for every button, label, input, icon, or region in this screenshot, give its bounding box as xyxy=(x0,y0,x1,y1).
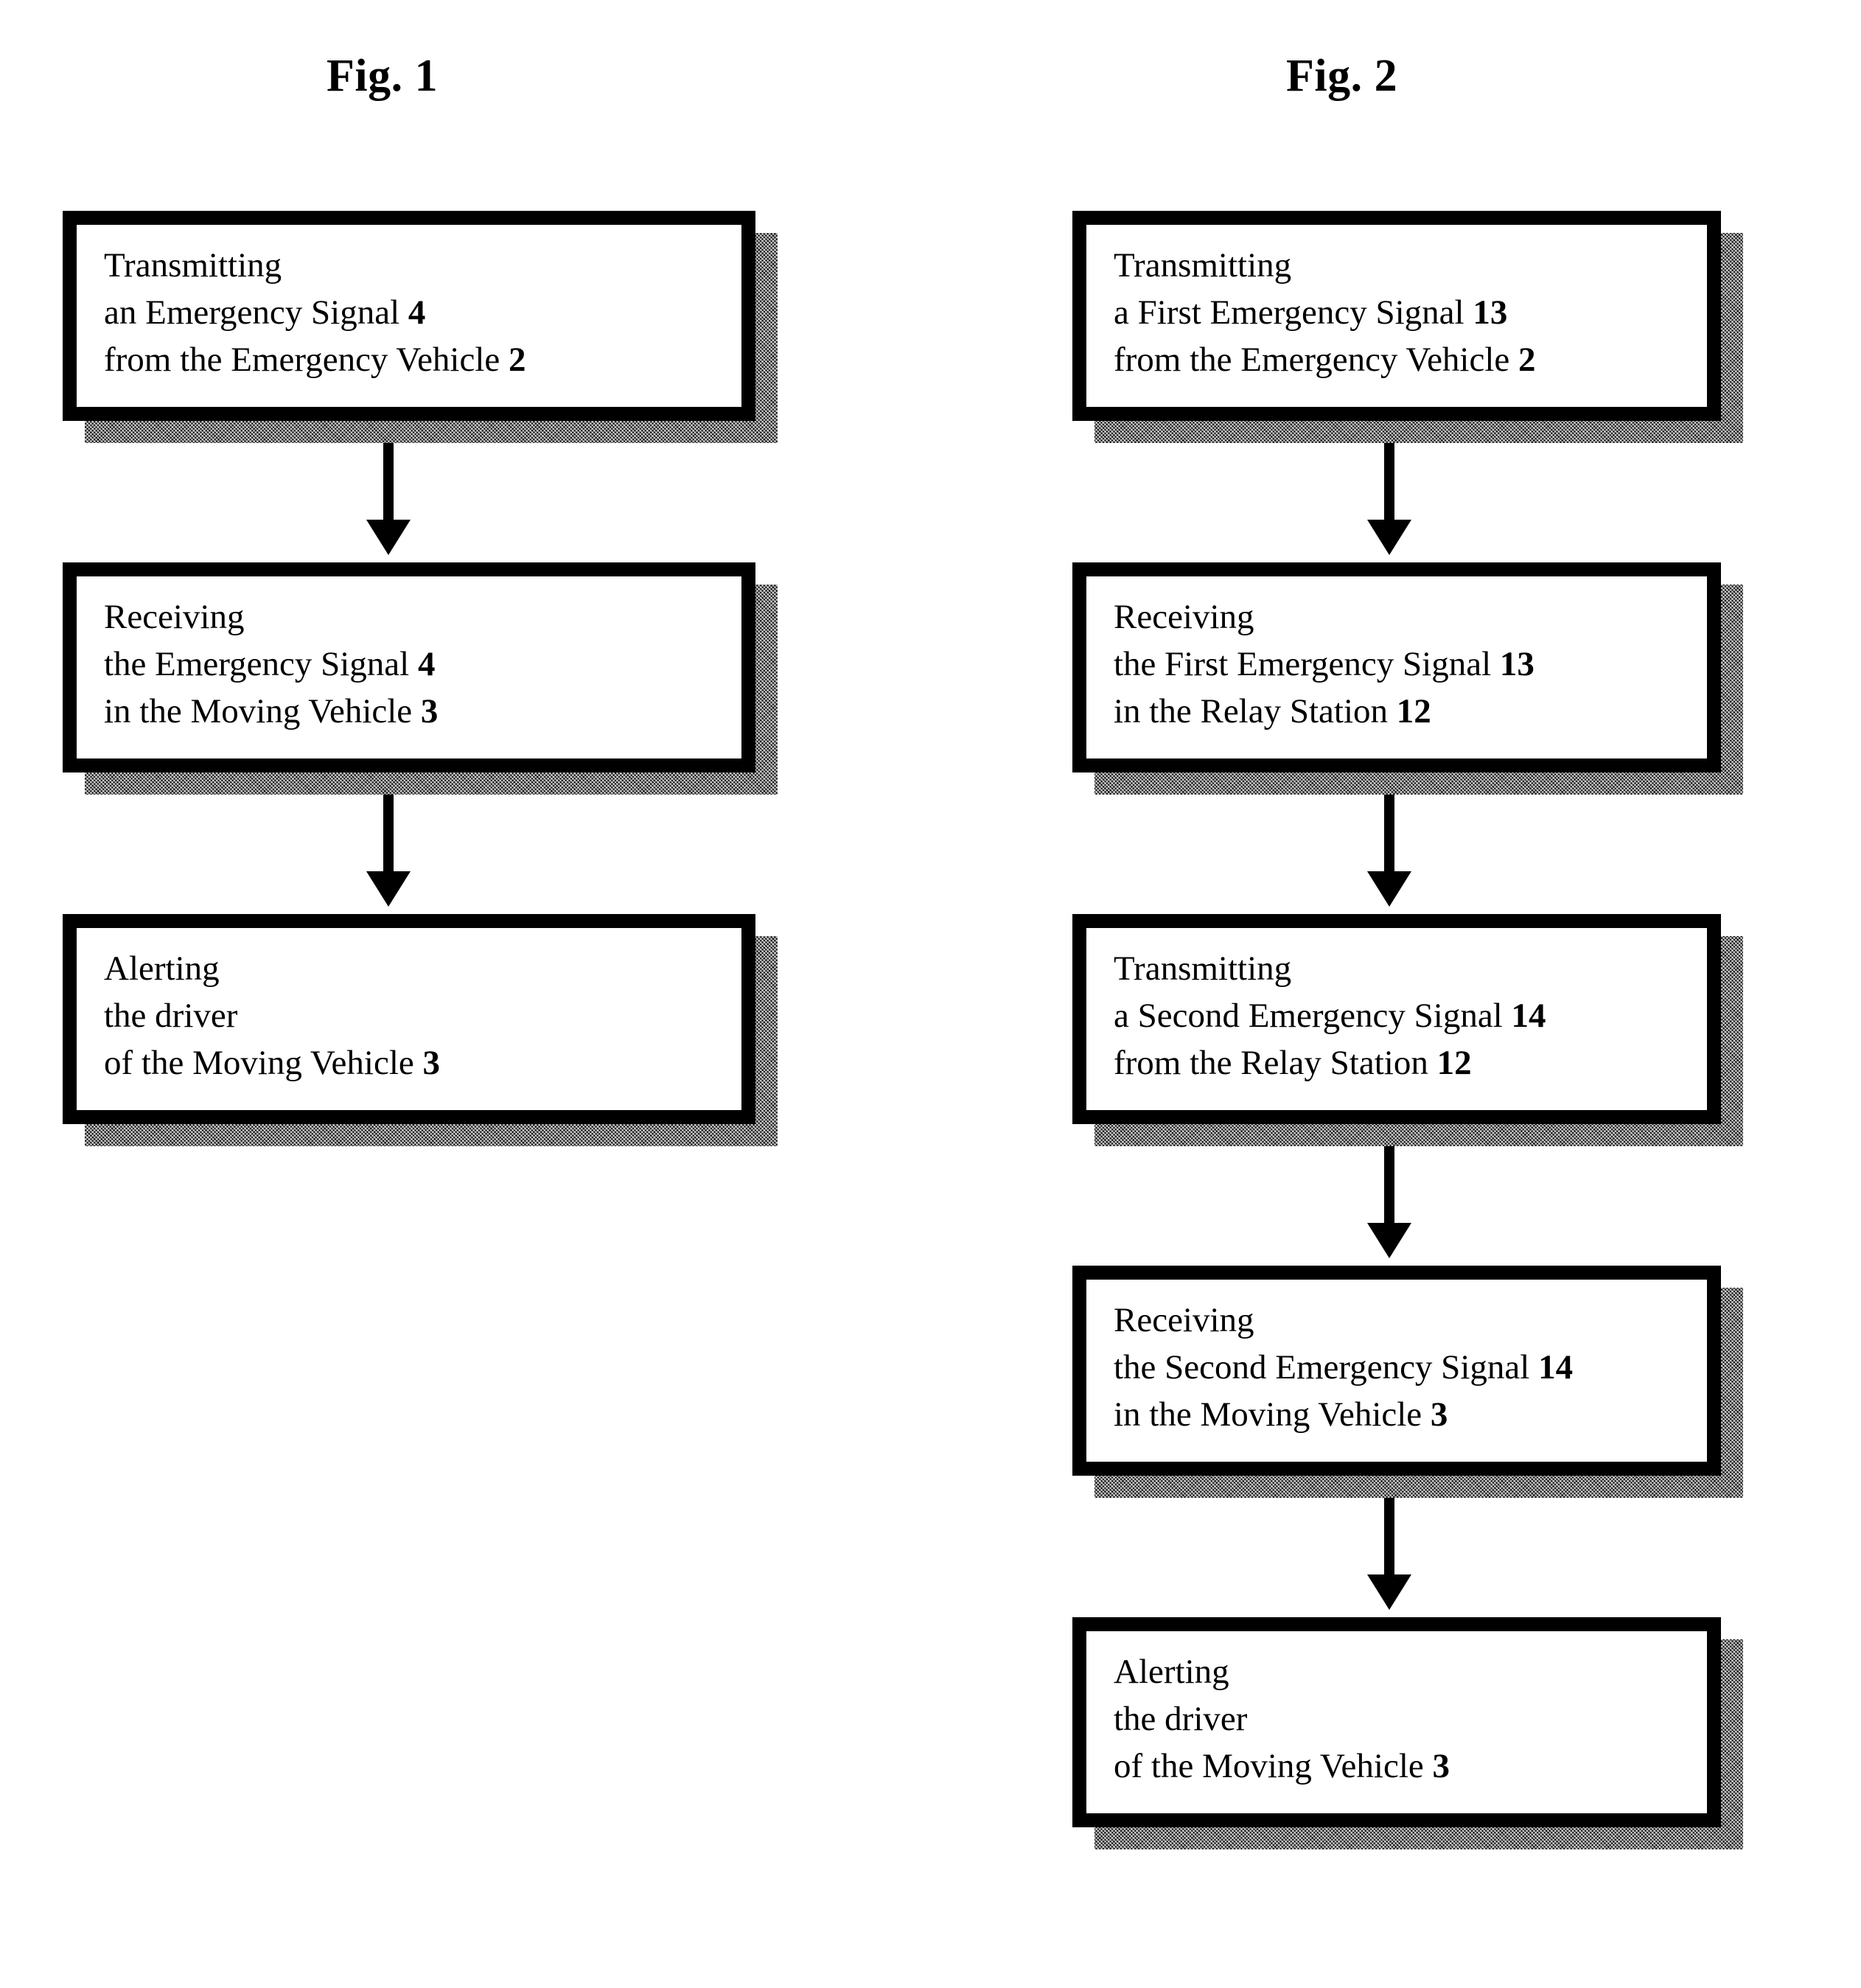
node-line: the Second Emergency Signal 14 xyxy=(1114,1348,1574,1387)
reference-numeral: 3 xyxy=(420,692,439,730)
arrow-stem xyxy=(383,795,394,874)
fig1-node-transmitting-emergency-signal: Transmitting an Emergency Signal 4 from … xyxy=(63,211,778,443)
fig1-arrow-1 xyxy=(366,443,411,555)
arrow-stem xyxy=(1384,443,1394,523)
arrow-head-icon xyxy=(1367,871,1411,907)
node-text: Alerting the driver of the Moving Vehicl… xyxy=(104,945,738,1087)
node-text: Transmitting an Emergency Signal 4 from … xyxy=(104,242,738,383)
node-line: Receiving xyxy=(104,598,245,636)
node-line: the driver xyxy=(1114,1700,1248,1738)
fig2-node-receiving-second-emergency-signal: Receiving the Second Emergency Signal 14… xyxy=(1072,1266,1743,1498)
arrow-head-icon xyxy=(366,520,411,555)
fig2-arrow-3 xyxy=(1367,1146,1411,1258)
node-text: Receiving the Second Emergency Signal 14… xyxy=(1114,1297,1703,1438)
reference-numeral: 3 xyxy=(1430,1395,1448,1434)
node-line: in the Moving Vehicle 3 xyxy=(104,692,439,730)
reference-numeral: 2 xyxy=(509,341,526,379)
node-line: in the Moving Vehicle 3 xyxy=(1114,1395,1448,1434)
fig1-arrow-2 xyxy=(366,795,411,907)
arrow-stem xyxy=(1384,795,1394,874)
reference-numeral: 14 xyxy=(1538,1348,1574,1387)
fig2-node-transmitting-second-emergency-signal: Transmitting a Second Emergency Signal 1… xyxy=(1072,914,1743,1146)
arrow-stem xyxy=(1384,1146,1394,1226)
node-line: in the Relay Station 12 xyxy=(1114,692,1431,730)
reference-numeral: 13 xyxy=(1473,293,1508,332)
reference-numeral: 2 xyxy=(1518,341,1536,379)
node-line: Receiving xyxy=(1114,598,1254,636)
node-line: a Second Emergency Signal 14 xyxy=(1114,997,1546,1035)
node-line: the Emergency Signal 4 xyxy=(104,645,436,683)
fig1-node-alerting-driver: Alerting the driver of the Moving Vehicl… xyxy=(63,914,778,1146)
node-line: the driver xyxy=(104,997,238,1035)
reference-numeral: 12 xyxy=(1436,1044,1472,1082)
node-line: Transmitting xyxy=(104,246,282,285)
arrow-head-icon xyxy=(1367,1223,1411,1258)
arrow-head-icon xyxy=(1367,520,1411,555)
reference-numeral: 4 xyxy=(408,293,426,332)
node-line: of the Moving Vehicle 3 xyxy=(1114,1747,1450,1785)
figure-1-title: Fig. 1 xyxy=(327,51,439,101)
node-line: Transmitting xyxy=(1114,949,1292,988)
node-line: from the Relay Station 12 xyxy=(1114,1044,1472,1082)
node-line: a First Emergency Signal 13 xyxy=(1114,293,1508,332)
node-line: Alerting xyxy=(1114,1653,1229,1691)
reference-numeral: 14 xyxy=(1511,997,1546,1035)
fig2-node-transmitting-first-emergency-signal: Transmitting a First Emergency Signal 13… xyxy=(1072,211,1743,443)
node-line: from the Emergency Vehicle 2 xyxy=(104,341,526,379)
reference-numeral: 4 xyxy=(417,645,436,683)
node-text: Transmitting a Second Emergency Signal 1… xyxy=(1114,945,1703,1087)
node-line: of the Moving Vehicle 3 xyxy=(104,1044,441,1082)
node-line: an Emergency Signal 4 xyxy=(104,293,426,332)
fig2-node-alerting-driver: Alerting the driver of the Moving Vehicl… xyxy=(1072,1617,1743,1849)
reference-numeral: 3 xyxy=(1432,1747,1450,1785)
node-line: Transmitting xyxy=(1114,246,1292,285)
reference-numeral: 3 xyxy=(422,1044,441,1082)
fig1-node-receiving-emergency-signal: Receiving the Emergency Signal 4 in the … xyxy=(63,562,778,795)
node-line: the First Emergency Signal 13 xyxy=(1114,645,1534,683)
arrow-stem xyxy=(1384,1498,1394,1577)
fig2-arrow-1 xyxy=(1367,443,1411,555)
node-text: Alerting the driver of the Moving Vehicl… xyxy=(1114,1648,1703,1790)
arrow-stem xyxy=(383,443,394,523)
reference-numeral: 13 xyxy=(1499,645,1534,683)
arrow-head-icon xyxy=(366,871,411,907)
node-line: from the Emergency Vehicle 2 xyxy=(1114,341,1536,379)
fig2-arrow-4 xyxy=(1367,1498,1411,1610)
node-line: Alerting xyxy=(104,949,220,988)
node-line: Receiving xyxy=(1114,1301,1254,1339)
figure-2-title: Fig. 2 xyxy=(1286,51,1398,101)
fig2-node-receiving-first-emergency-signal: Receiving the First Emergency Signal 13 … xyxy=(1072,562,1743,795)
node-text: Transmitting a First Emergency Signal 13… xyxy=(1114,242,1703,383)
fig2-arrow-2 xyxy=(1367,795,1411,907)
node-text: Receiving the Emergency Signal 4 in the … xyxy=(104,593,738,735)
arrow-head-icon xyxy=(1367,1574,1411,1610)
node-text: Receiving the First Emergency Signal 13 … xyxy=(1114,593,1703,735)
reference-numeral: 12 xyxy=(1396,692,1431,730)
